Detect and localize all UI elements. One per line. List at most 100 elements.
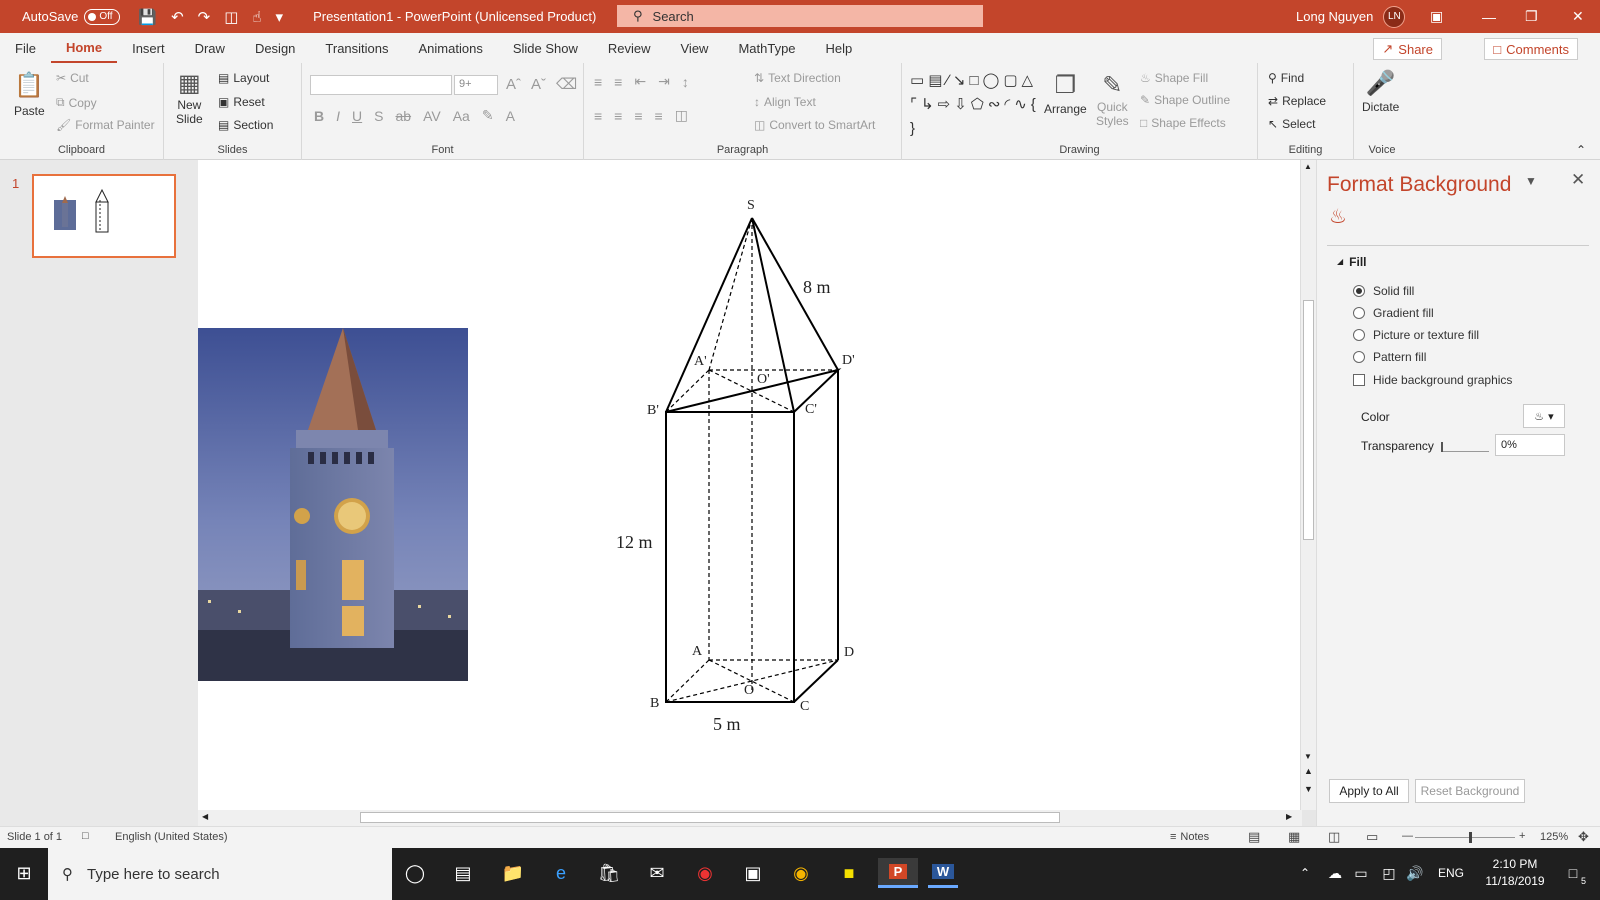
scroll-right-icon[interactable]: ▶ bbox=[1286, 812, 1292, 821]
customize-qat-icon[interactable]: ▾ bbox=[276, 8, 284, 26]
comments-button[interactable]: □ Comments bbox=[1484, 38, 1578, 60]
gradient-fill-radio[interactable] bbox=[1353, 307, 1365, 319]
previous-slide-icon[interactable]: ▲ bbox=[1304, 766, 1313, 776]
notification-icon[interactable]: □ 5 bbox=[1558, 858, 1588, 888]
shape-line-icon[interactable]: ∕ bbox=[946, 71, 949, 91]
notes-button[interactable]: ≡ Notes bbox=[1170, 831, 1209, 843]
reading-view-icon[interactable]: ◫ bbox=[1328, 829, 1340, 845]
powerpoint-icon[interactable]: P bbox=[878, 858, 918, 888]
solid-fill-option[interactable]: Solid fill bbox=[1353, 284, 1414, 298]
justify-icon[interactable]: ≡ bbox=[655, 108, 663, 124]
pane-options-icon[interactable]: ▼ bbox=[1525, 174, 1537, 188]
pattern-fill-radio[interactable] bbox=[1353, 351, 1365, 363]
task-view-icon[interactable]: ▤ bbox=[448, 858, 478, 888]
tab-file[interactable]: File bbox=[0, 33, 51, 63]
increase-indent-icon[interactable]: ⇥ bbox=[658, 73, 670, 90]
transparency-slider[interactable] bbox=[1441, 440, 1489, 452]
dictate-button[interactable]: 🎤 Dictate bbox=[1362, 69, 1399, 114]
shape-effects-button[interactable]: □ Shape Effects bbox=[1140, 116, 1226, 130]
columns-icon[interactable]: ◫ bbox=[675, 107, 688, 124]
normal-view-icon[interactable]: ▤ bbox=[1248, 829, 1260, 845]
slideshow-view-icon[interactable]: ▭ bbox=[1366, 829, 1378, 845]
arrange-button[interactable]: ❐ Arrange bbox=[1044, 71, 1087, 116]
picture-fill-option[interactable]: Picture or texture fill bbox=[1353, 328, 1479, 342]
clear-formatting-icon[interactable]: ⌫ bbox=[556, 75, 577, 93]
shape-arc-icon[interactable]: ◜ bbox=[1004, 95, 1010, 115]
quick-styles-button[interactable]: ✎ Quick Styles bbox=[1096, 71, 1129, 128]
tab-mathtype[interactable]: MathType bbox=[723, 33, 810, 63]
text-direction-button[interactable]: ⇅ Text Direction bbox=[754, 71, 841, 85]
chrome-icon[interactable]: ◉ bbox=[786, 858, 816, 888]
line-spacing-icon[interactable]: ↕ bbox=[682, 74, 689, 90]
align-right-icon[interactable]: ≡ bbox=[634, 108, 642, 124]
font-name-combo[interactable] bbox=[310, 75, 452, 95]
slide-canvas[interactable]: S A' B' C' D' O' A B C D O 8 m 12 m 5 m bbox=[198, 160, 1300, 810]
shadow-icon[interactable]: S bbox=[374, 108, 383, 124]
shape-connector-icon[interactable]: ⌜ bbox=[910, 95, 917, 115]
show-hidden-icons-icon[interactable]: ⌃ bbox=[1290, 858, 1320, 888]
slide-thumbnail[interactable] bbox=[32, 174, 176, 258]
zoom-slider[interactable] bbox=[1415, 832, 1515, 843]
clock[interactable]: 2:10 PM 11/18/2019 bbox=[1480, 856, 1550, 890]
zoom-out-icon[interactable]: — bbox=[1402, 830, 1413, 842]
shape-scribble-icon[interactable]: ∾ bbox=[988, 95, 1001, 115]
shape-right-arrow-icon[interactable]: ⇨ bbox=[938, 95, 951, 115]
replace-button[interactable]: ⇄ Replace bbox=[1268, 94, 1326, 108]
slide-sorter-icon[interactable]: ▦ bbox=[1288, 829, 1300, 845]
tab-review[interactable]: Review bbox=[593, 33, 666, 63]
copy-button[interactable]: ⧉ Copy bbox=[56, 95, 97, 110]
char-spacing-icon[interactable]: AV bbox=[423, 108, 441, 124]
find-button[interactable]: ⚲ Find bbox=[1268, 71, 1304, 85]
shape-brace-right-icon[interactable]: } bbox=[910, 119, 915, 139]
horizontal-scroll-thumb[interactable] bbox=[360, 812, 1060, 823]
color-picker-button[interactable]: ♨ ▾ bbox=[1523, 404, 1565, 428]
shape-curve-icon[interactable]: ∿ bbox=[1014, 95, 1027, 115]
scroll-up-icon[interactable]: ▲ bbox=[1304, 162, 1312, 171]
store-icon[interactable]: 🛍 bbox=[594, 858, 624, 888]
user-account[interactable]: Long Nguyen LN bbox=[1296, 0, 1406, 33]
tab-draw[interactable]: Draw bbox=[180, 33, 240, 63]
reset-button[interactable]: ▣ Reset bbox=[218, 95, 265, 109]
tab-help[interactable]: Help bbox=[811, 33, 868, 63]
share-button[interactable]: ↗ Share bbox=[1373, 38, 1442, 60]
tab-view[interactable]: View bbox=[666, 33, 724, 63]
fit-to-window-icon[interactable]: ✥ bbox=[1578, 829, 1589, 845]
mail-icon[interactable]: ✉ bbox=[642, 858, 672, 888]
tab-slide-show[interactable]: Slide Show bbox=[498, 33, 593, 63]
gradient-fill-option[interactable]: Gradient fill bbox=[1353, 306, 1434, 320]
tab-home[interactable]: Home bbox=[50, 33, 118, 63]
tab-insert[interactable]: Insert bbox=[117, 33, 180, 63]
change-case-icon[interactable]: Aa bbox=[453, 108, 470, 124]
fill-tab-icon[interactable]: ♨ bbox=[1329, 204, 1347, 229]
picture-fill-radio[interactable] bbox=[1353, 329, 1365, 341]
shape-arrow-line-icon[interactable]: ↘ bbox=[953, 71, 966, 91]
align-left-icon[interactable]: ≡ bbox=[594, 108, 602, 124]
align-text-button[interactable]: ↕ Align Text bbox=[754, 95, 816, 109]
shape-fill-button[interactable]: ♨ Shape Fill bbox=[1140, 71, 1208, 85]
convert-smartart-button[interactable]: ◫ Convert to SmartArt bbox=[754, 118, 875, 132]
hide-background-checkbox[interactable] bbox=[1353, 374, 1365, 386]
vertical-scroll-thumb[interactable] bbox=[1303, 300, 1314, 540]
word-icon[interactable]: W bbox=[928, 858, 958, 888]
align-center-icon[interactable]: ≡ bbox=[614, 108, 622, 124]
fill-section-header[interactable]: ◢ Fill bbox=[1337, 255, 1367, 269]
tower-photo[interactable] bbox=[198, 328, 468, 681]
start-icon[interactable]: ⊞ bbox=[9, 858, 39, 888]
collapse-ribbon-icon[interactable]: ⌃ bbox=[1576, 143, 1586, 157]
cut-button[interactable]: ✂ Cut bbox=[56, 71, 89, 85]
undo-icon[interactable]: ↶ bbox=[171, 8, 184, 26]
solid-fill-radio[interactable] bbox=[1353, 285, 1365, 297]
shape-elbow-icon[interactable]: ↳ bbox=[921, 95, 934, 115]
transparency-input[interactable]: 0% bbox=[1495, 434, 1565, 456]
redo-icon[interactable]: ↷ bbox=[198, 8, 211, 26]
scroll-down-icon[interactable]: ▼ bbox=[1304, 752, 1312, 761]
touch-mode-icon[interactable]: ☝ bbox=[252, 8, 261, 26]
zoom-in-icon[interactable]: + bbox=[1519, 830, 1525, 842]
paste-button[interactable]: 📋 Paste bbox=[14, 71, 45, 118]
italic-icon[interactable]: I bbox=[336, 108, 340, 124]
close-pane-icon[interactable]: ✕ bbox=[1571, 170, 1585, 190]
select-button[interactable]: ↖ Select bbox=[1268, 117, 1315, 131]
layout-button[interactable]: ▤ Layout bbox=[218, 71, 269, 85]
transparency-slider-thumb[interactable] bbox=[1441, 442, 1443, 452]
app2-icon[interactable]: ▣ bbox=[738, 858, 768, 888]
